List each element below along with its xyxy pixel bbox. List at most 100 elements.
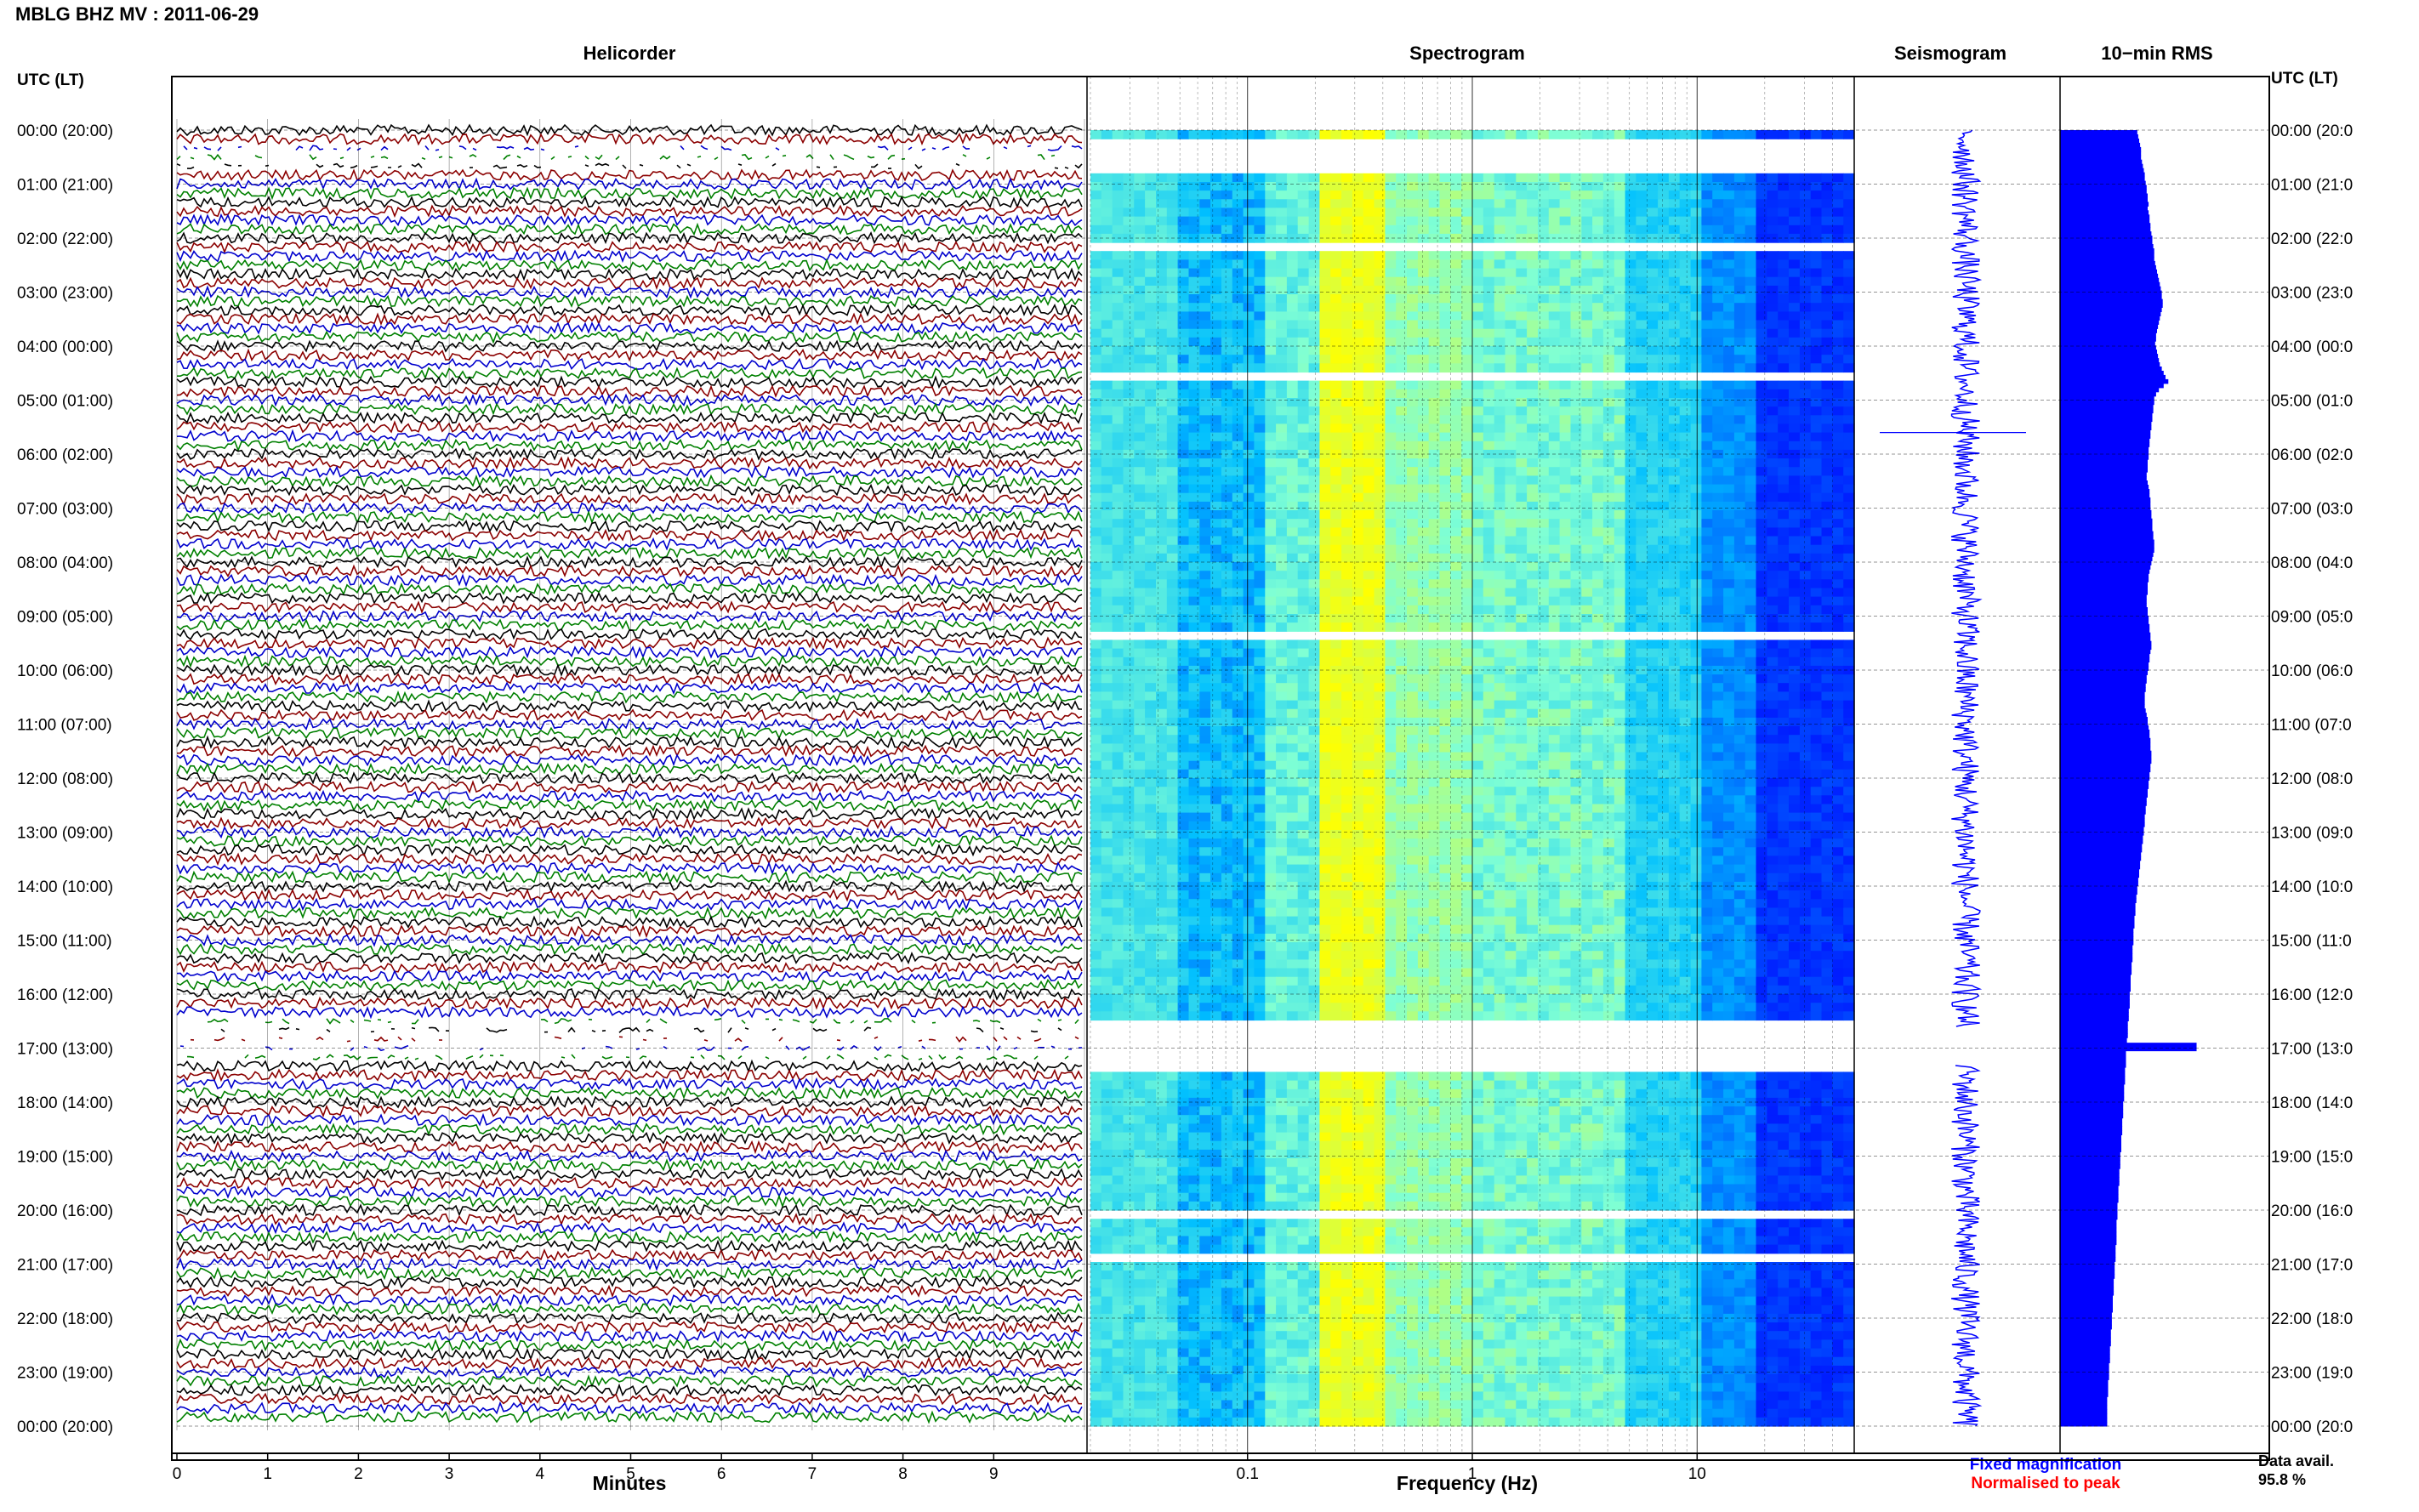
spectrogram-cell <box>1450 285 1462 295</box>
spectrogram-cell <box>1396 536 1408 546</box>
spectrogram-cell <box>1778 579 1790 589</box>
spectrogram-cell <box>1472 199 1484 209</box>
spectrogram-cell <box>1527 406 1539 416</box>
spectrogram-cell <box>1221 622 1233 632</box>
spectrogram-cell <box>1690 130 1702 139</box>
spectrogram-cell <box>1636 553 1648 563</box>
spectrogram-cell <box>1559 441 1571 451</box>
spectrogram-cell <box>1668 527 1681 537</box>
spectrogram-cell <box>1778 769 1790 779</box>
spectrogram-cell <box>1679 320 1692 330</box>
spectrogram-cell <box>1156 683 1168 692</box>
spectrogram-cell <box>1101 182 1113 191</box>
spectrogram-cell <box>1243 225 1255 235</box>
spectrogram-cell <box>1199 708 1211 719</box>
spectrogram-cell <box>1439 216 1451 226</box>
spectrogram-cell <box>1254 596 1266 606</box>
spectrogram-cell <box>1614 363 1626 373</box>
helicorder-trace <box>176 897 1083 912</box>
spectrogram-cell <box>1330 717 1342 727</box>
spectrogram-cell <box>1123 251 1135 260</box>
spectrogram-cell <box>1494 415 1506 425</box>
spectrogram-cell <box>1472 311 1484 321</box>
spectrogram-cell <box>1527 173 1539 183</box>
spectrogram-cell <box>1821 553 1833 563</box>
spectrogram-cell <box>1134 588 1146 598</box>
spectrogram-cell <box>1417 596 1430 606</box>
spectrogram-cell <box>1428 467 1441 476</box>
spectrogram-cell <box>1308 605 1320 615</box>
spectrogram-cell <box>1516 605 1528 615</box>
spectrogram-cell <box>1166 259 1179 270</box>
spectrogram-cell <box>1483 596 1495 606</box>
spectrogram-cell <box>1832 553 1844 563</box>
spectrogram-cell <box>1690 182 1702 191</box>
spectrogram-cell <box>1733 579 1746 589</box>
spectrogram-cell <box>1472 423 1484 434</box>
spectrogram-cell <box>1112 614 1124 623</box>
spectrogram-cell <box>1821 691 1833 702</box>
helicorder-trace <box>176 1176 1083 1191</box>
spectrogram-cell <box>1756 648 1767 658</box>
spectrogram-cell <box>1385 225 1397 235</box>
spectrogram-cell <box>1352 708 1364 719</box>
spectrogram-cell <box>1505 527 1517 537</box>
spectrogram-cell <box>1145 337 1157 347</box>
spectrogram-cell <box>1810 492 1823 503</box>
spectrogram-cell <box>1821 130 1833 139</box>
spectrogram-cell <box>1756 207 1767 218</box>
spectrogram-cell <box>1581 752 1593 762</box>
spectrogram-cell <box>1101 544 1113 554</box>
spectrogram-cell <box>1254 268 1266 278</box>
spectrogram-cell <box>1319 311 1331 321</box>
spectrogram-cell <box>1286 622 1299 632</box>
spectrogram-cell <box>1341 510 1353 520</box>
spectrogram-cell <box>1134 562 1146 571</box>
spectrogram-cell <box>1559 648 1571 658</box>
spectrogram-cell <box>1188 190 1200 200</box>
spectrogram-cell <box>1461 527 1473 537</box>
spectrogram-cell <box>1799 251 1812 260</box>
spectrogram-cell <box>1134 475 1146 486</box>
spectrogram-cell <box>1527 432 1539 442</box>
spectrogram-cell <box>1428 510 1441 520</box>
spectrogram-cell <box>1690 760 1702 770</box>
spectrogram-cell <box>1636 328 1648 338</box>
spectrogram-cell <box>1625 708 1636 719</box>
spectrogram-cell <box>1177 527 1189 537</box>
spectrogram-cell <box>1341 501 1353 511</box>
spectrogram-cell <box>1668 683 1681 692</box>
spectrogram-cell <box>1592 717 1604 727</box>
spectrogram-cell <box>1789 355 1801 364</box>
spectrogram-cell <box>1832 760 1844 770</box>
spectrogram-cell <box>1221 527 1233 537</box>
spectrogram-cell <box>1548 778 1561 787</box>
spectrogram-cell <box>1319 216 1331 226</box>
spectrogram-cell <box>1843 553 1855 563</box>
spectrogram-cell <box>1745 337 1757 347</box>
spectrogram-cell <box>1450 259 1462 270</box>
spectrogram-cell <box>1625 579 1636 589</box>
spectrogram-cell <box>1778 285 1790 295</box>
spectrogram-cell <box>1101 415 1113 425</box>
spectrogram-cell <box>1308 207 1320 218</box>
spectrogram-cell <box>1602 579 1615 589</box>
spectrogram-cell <box>1690 769 1702 779</box>
spectrogram-cell <box>1602 355 1615 364</box>
spectrogram-cell <box>1723 303 1735 312</box>
spectrogram-cell <box>1821 596 1833 606</box>
spectrogram-cell <box>1276 735 1288 744</box>
helicorder-trace <box>176 798 1083 812</box>
spectrogram-cell <box>1330 579 1342 589</box>
spectrogram-cell <box>1341 492 1353 503</box>
spectrogram-cell <box>1417 492 1430 503</box>
spectrogram-cell <box>1527 190 1539 200</box>
spectrogram-cell <box>1483 752 1495 762</box>
spectrogram-cell <box>1199 717 1211 727</box>
spectrogram-cell <box>1745 571 1757 580</box>
spectrogram-cell <box>1570 657 1582 667</box>
spectrogram-cell <box>1636 571 1648 580</box>
spectrogram-cell <box>1548 743 1561 753</box>
spectrogram-cell <box>1352 596 1364 606</box>
spectrogram-cell <box>1548 700 1561 710</box>
